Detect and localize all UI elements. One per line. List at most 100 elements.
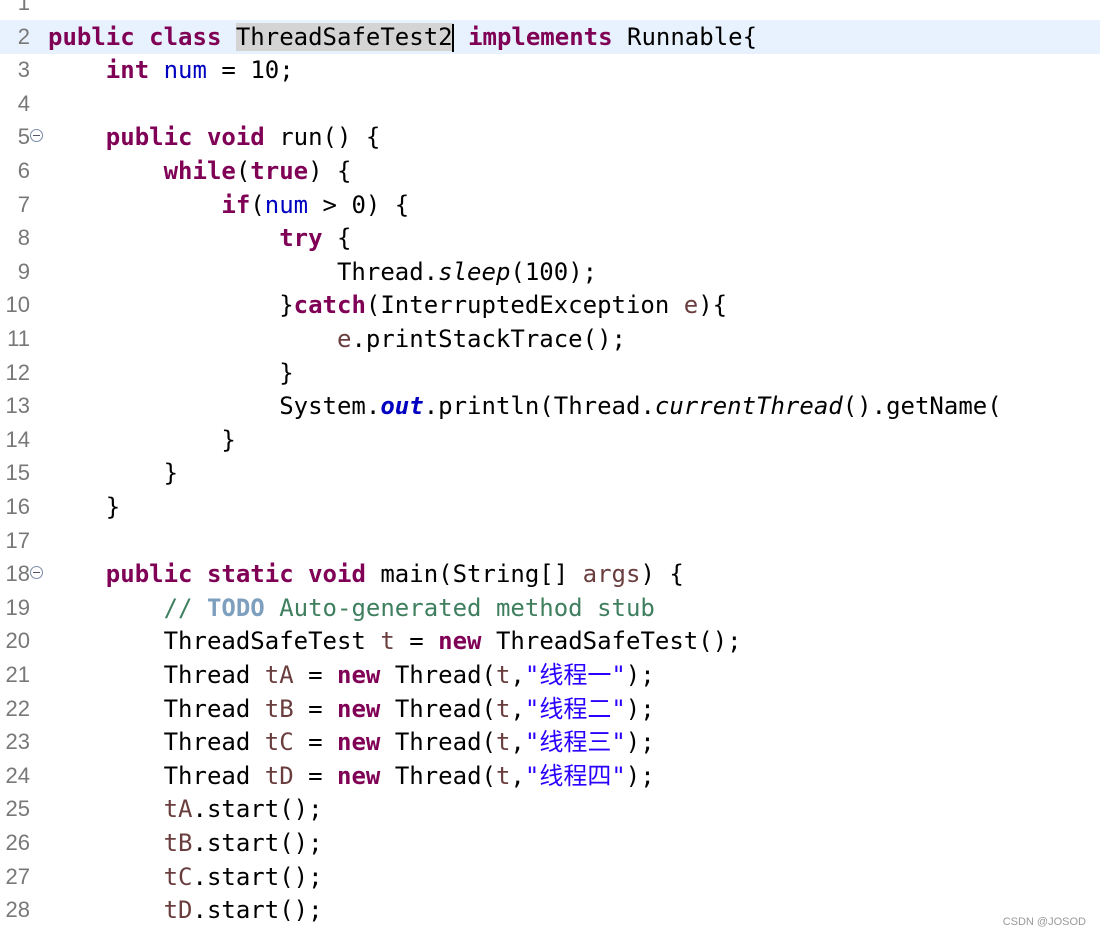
code-line[interactable]: 24 Thread tD = new Thread(t,"线程四"); <box>0 759 1100 793</box>
token: , <box>510 661 525 689</box>
code-line[interactable]: 10 }catch(InterruptedException e){ <box>0 288 1100 322</box>
token-var: tA <box>264 661 294 689</box>
line-number: 21 <box>5 662 30 687</box>
token: } <box>48 291 294 320</box>
line-number: 28 <box>5 897 30 923</box>
code-line[interactable]: 5 public void run() { <box>0 120 1100 154</box>
token-var: args <box>582 560 641 589</box>
token: .start(); <box>192 829 323 857</box>
token-str: "线程二" <box>524 694 626 723</box>
code-line[interactable]: 22 Thread tB = new Thread(t,"线程二"); <box>0 692 1100 726</box>
token-sfld: out <box>380 392 424 421</box>
code-line[interactable]: 19 // TODO Auto-generated method stub <box>0 591 1100 625</box>
token-str: "线程一" <box>524 661 626 689</box>
line-number: 10 <box>5 292 30 318</box>
code-line[interactable]: 20 ThreadSafeTest t = new ThreadSafeTest… <box>0 624 1100 658</box>
token-var: tB <box>264 694 294 723</box>
token-var: t <box>495 728 511 757</box>
line-number: 26 <box>5 830 30 855</box>
token: Thread( <box>380 728 496 757</box>
code-line[interactable]: 12 } <box>0 356 1100 390</box>
code-line[interactable]: 16 } <box>0 490 1100 524</box>
token: Thread <box>48 761 265 790</box>
token: ); <box>625 761 655 790</box>
token: } <box>48 425 236 454</box>
token: } <box>48 493 121 521</box>
code-line[interactable]: 8 try { <box>0 221 1100 255</box>
token: , <box>510 694 525 723</box>
token-var: t <box>495 761 511 790</box>
code-line[interactable]: 6 while(true) { <box>0 154 1100 188</box>
token: ThreadSafeTest(); <box>481 627 742 656</box>
code-line[interactable]: 27 tC.start(); <box>0 860 1100 894</box>
fold-collapse-icon[interactable] <box>30 566 43 580</box>
token-kw: void <box>206 123 265 152</box>
token: ThreadSafeTest <box>48 627 381 656</box>
code-line[interactable]: 28 tD.start(); <box>0 893 1100 927</box>
code-text: int num = 10; <box>48 53 294 87</box>
code-text: System.out.println(Thread.currentThread(… <box>48 389 1002 423</box>
token: { <box>322 224 352 253</box>
code-line[interactable]: 11 e.printStackTrace(); <box>0 322 1100 356</box>
line-number: 19 <box>5 594 30 620</box>
code-line[interactable]: 23 Thread tC = new Thread(t,"线程三"); <box>0 725 1100 759</box>
code-line[interactable]: 13 System.out.println(Thread.currentThre… <box>0 389 1100 423</box>
token-kw: void <box>308 560 366 589</box>
line-number: 18 <box>5 561 30 587</box>
token-kw: public <box>105 123 193 152</box>
token-cmt: // <box>163 593 207 622</box>
code-text: tB.start(); <box>48 826 323 860</box>
token: = <box>293 661 338 689</box>
token-kw: new <box>337 728 381 757</box>
token-var: t <box>495 694 511 723</box>
line-number: 2 <box>17 23 30 49</box>
code-line[interactable]: 15 } <box>0 456 1100 490</box>
code-line[interactable]: 21 Thread tA = new Thread(t,"线程一"); <box>0 658 1100 692</box>
token-hl: ThreadSafeTest2 <box>235 22 453 51</box>
code-line[interactable]: 2 public class ThreadSafeTest2 implements… <box>0 19 1100 54</box>
code-text: ThreadSafeTest t = new ThreadSafeTest(); <box>48 624 742 658</box>
token-var: tC <box>163 862 193 891</box>
code-line[interactable]: 4 <box>0 87 1100 121</box>
code-line[interactable]: 25 tA.start(); <box>0 792 1100 826</box>
code-line[interactable]: 26 tB.start(); <box>0 826 1100 860</box>
code-text: } <box>48 356 293 390</box>
code-text: public static void main(String[] args) { <box>48 557 684 591</box>
code-line[interactable]: 18 public static void main(String[] args… <box>0 557 1100 591</box>
code-text: try { <box>48 221 351 255</box>
code-text: tC.start(); <box>48 860 323 894</box>
token: Thread <box>48 694 265 723</box>
code-text: public class ThreadSafeTest2 implements … <box>48 20 757 54</box>
line-number: 23 <box>5 729 30 755</box>
fold-collapse-icon[interactable] <box>30 129 43 143</box>
code-line[interactable]: 17 <box>0 524 1100 558</box>
code-line[interactable]: 1 <box>0 0 1100 20</box>
line-number: 7 <box>17 191 30 217</box>
token: (InterruptedException <box>365 291 684 320</box>
token-todo: TODO <box>206 593 265 622</box>
token: run() { <box>264 123 381 152</box>
code-text: if(num > 0) { <box>48 188 409 222</box>
token: .printStackTrace(); <box>351 325 626 353</box>
line-number: 20 <box>5 628 30 654</box>
code-line[interactable]: 9 Thread.sleep(100); <box>0 255 1100 289</box>
token-str: "线程三" <box>524 728 626 757</box>
line-number: 5 <box>17 124 30 150</box>
code-line[interactable]: 7 if(num > 0) { <box>0 188 1100 222</box>
token-kw: while <box>163 157 236 185</box>
token: } <box>48 459 179 488</box>
code-editor[interactable]: 1 2 public class ThreadSafeTest2 implement… <box>0 0 1100 936</box>
token-var: t <box>380 627 395 656</box>
code-line[interactable]: 3 int num = 10; <box>0 53 1100 87</box>
token: ); <box>625 661 655 689</box>
line-number: 24 <box>5 762 30 788</box>
token-kw: implements <box>468 22 613 51</box>
code-line[interactable]: 14 } <box>0 423 1100 457</box>
